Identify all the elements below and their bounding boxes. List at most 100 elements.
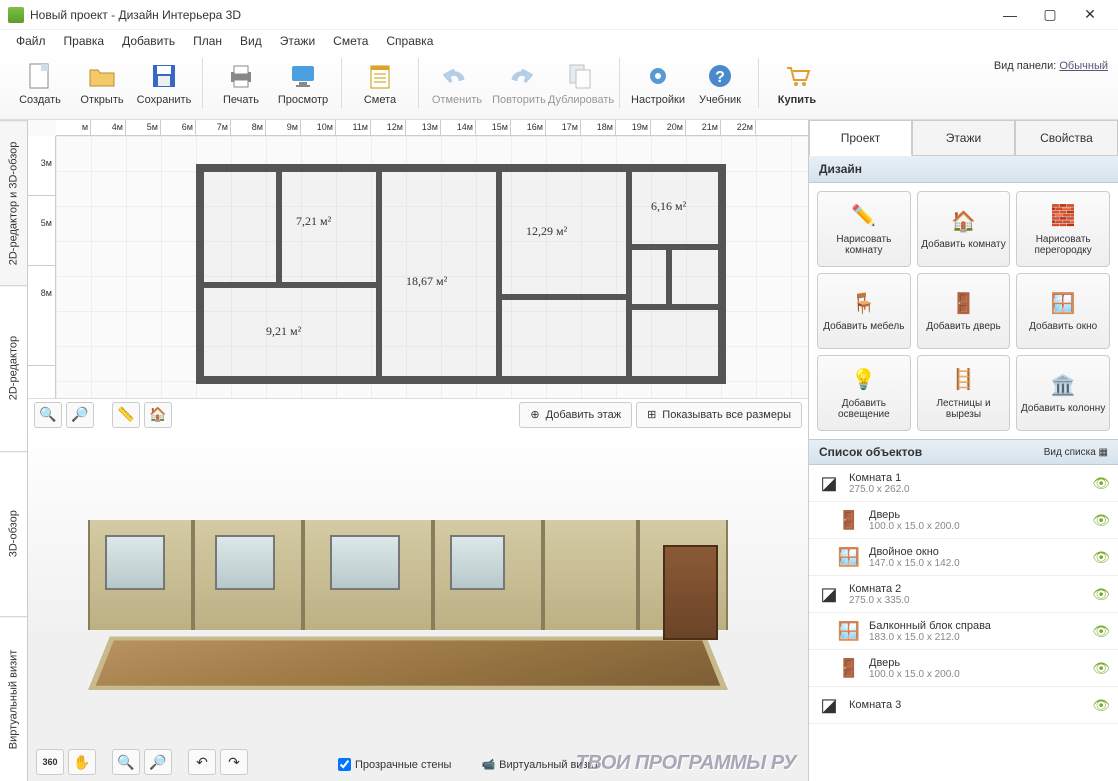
menu-help[interactable]: Справка bbox=[378, 32, 441, 50]
draw-room-button[interactable]: ✏️Нарисовать комнату bbox=[817, 191, 911, 267]
tab-floors[interactable]: Этажи bbox=[912, 120, 1015, 156]
window-title: Новый проект - Дизайн Интерьера 3D bbox=[30, 8, 990, 22]
object-item[interactable]: 🚪Дверь100.0 x 15.0 x 200.0👁 bbox=[809, 502, 1118, 539]
rotate-left-button[interactable]: ↶ bbox=[188, 749, 216, 775]
object-dimensions: 275.0 x 335.0 bbox=[849, 595, 1084, 606]
tutorial-button[interactable]: ?Учебник bbox=[690, 58, 750, 108]
view3d-checks: Прозрачные стены 📹 Виртуальный визит bbox=[338, 758, 599, 771]
open-button[interactable]: Открыть bbox=[72, 58, 132, 108]
add-floor-button[interactable]: ⊕Добавить этаж bbox=[519, 402, 632, 428]
estimate-button[interactable]: Смета bbox=[350, 58, 410, 108]
undo-button[interactable]: Отменить bbox=[427, 58, 487, 108]
object-name: Двойное окно bbox=[869, 546, 1084, 558]
print-button[interactable]: Печать bbox=[211, 58, 271, 108]
menu-floors[interactable]: Этажи bbox=[272, 32, 323, 50]
menu-file[interactable]: Файл bbox=[8, 32, 54, 50]
home-button[interactable]: 🏠 bbox=[144, 402, 172, 428]
panel-mode-label: Вид панели: Обычный bbox=[994, 58, 1108, 72]
add-furniture-button[interactable]: 🪑Добавить мебель bbox=[817, 273, 911, 349]
room-area-5: 9,21 м² bbox=[266, 324, 301, 339]
object-item[interactable]: 🪟Балконный блок справа183.0 x 15.0 x 212… bbox=[809, 613, 1118, 650]
svg-text:?: ? bbox=[715, 69, 725, 86]
buy-button[interactable]: Купить bbox=[767, 58, 827, 108]
object-name: Комната 2 bbox=[849, 583, 1084, 595]
help-icon: ? bbox=[704, 60, 736, 92]
visibility-icon[interactable]: 👁 bbox=[1092, 512, 1110, 529]
add-light-button[interactable]: 💡Добавить освещение bbox=[817, 355, 911, 431]
left-tabs: 2D-редактор и 3D-обзор 2D-редактор 3D-об… bbox=[0, 120, 28, 781]
rotate-360-button[interactable]: 360 bbox=[36, 749, 64, 775]
transparent-walls-checkbox[interactable]: Прозрачные стены bbox=[338, 758, 451, 771]
brick-wall-icon: 🧱 bbox=[1049, 202, 1077, 230]
vtab-editor[interactable]: 2D-редактор bbox=[0, 285, 27, 450]
zoom-in-button[interactable]: 🔎 bbox=[66, 402, 94, 428]
add-column-button[interactable]: 🏛️Добавить колонну bbox=[1016, 355, 1110, 431]
vtab-3d[interactable]: 3D-обзор bbox=[0, 451, 27, 616]
visibility-icon[interactable]: 👁 bbox=[1092, 697, 1110, 714]
add-room-button[interactable]: 🏠Добавить комнату bbox=[917, 191, 1011, 267]
room-area-3: 12,29 м² bbox=[526, 224, 567, 239]
duplicate-button[interactable]: Дублировать bbox=[551, 58, 611, 108]
view-3d-viewport[interactable]: 360 ✋ 🔍 🔎 ↶ ↷ Прозрачные стены 📹 Виртуал… bbox=[28, 430, 808, 781]
window-icon: 🪟 bbox=[1049, 289, 1077, 317]
minimize-button[interactable]: — bbox=[990, 1, 1030, 29]
object-item[interactable]: 🚪Дверь100.0 x 15.0 x 200.0👁 bbox=[809, 650, 1118, 687]
vtab-virtual[interactable]: Виртуальный визит bbox=[0, 616, 27, 781]
visibility-icon[interactable]: 👁 bbox=[1092, 586, 1110, 603]
app-icon bbox=[8, 7, 24, 23]
add-window-button[interactable]: 🪟Добавить окно bbox=[1016, 273, 1110, 349]
menu-add[interactable]: Добавить bbox=[114, 32, 183, 50]
ruler-vertical: 3м5м8м bbox=[28, 136, 56, 398]
visibility-icon[interactable]: 👁 bbox=[1092, 623, 1110, 640]
show-sizes-button[interactable]: ⊞Показывать все размеры bbox=[636, 402, 802, 428]
redo-button[interactable]: Повторить bbox=[489, 58, 549, 108]
tab-project[interactable]: Проект bbox=[809, 120, 912, 156]
view3d-tools: 360 ✋ 🔍 🔎 ↶ ↷ bbox=[36, 749, 248, 775]
panel-mode-link[interactable]: Обычный bbox=[1059, 60, 1108, 72]
menu-estimate[interactable]: Смета bbox=[325, 32, 376, 50]
floorplan-canvas[interactable]: 7,21 м² 18,67 м² 12,29 м² 6,16 м² 9,21 м… bbox=[56, 136, 808, 398]
virtual-visit-checkbox[interactable]: 📹 Виртуальный визит bbox=[481, 758, 598, 771]
object-item[interactable]: ◪Комната 1275.0 x 262.0👁 bbox=[809, 465, 1118, 502]
objects-section-header: Список объектов Вид списка ▦ bbox=[809, 439, 1118, 465]
visibility-icon[interactable]: 👁 bbox=[1092, 549, 1110, 566]
object-item[interactable]: ◪Комната 3👁 bbox=[809, 687, 1118, 724]
object-item[interactable]: ◪Комната 2275.0 x 335.0👁 bbox=[809, 576, 1118, 613]
close-button[interactable]: ✕ bbox=[1070, 1, 1110, 29]
room-area-2: 18,67 м² bbox=[406, 274, 447, 289]
tab-properties[interactable]: Свойства bbox=[1015, 120, 1118, 156]
door-icon: 🚪 bbox=[949, 289, 977, 317]
pan-button[interactable]: ✋ bbox=[68, 749, 96, 775]
visibility-icon[interactable]: 👁 bbox=[1092, 475, 1110, 492]
object-name: Дверь bbox=[869, 657, 1084, 669]
settings-button[interactable]: Настройки bbox=[628, 58, 688, 108]
room-icon: ◪ bbox=[817, 469, 841, 497]
menu-edit[interactable]: Правка bbox=[56, 32, 113, 50]
preview-button[interactable]: Просмотр bbox=[273, 58, 333, 108]
plus-icon: ⊕ bbox=[530, 408, 539, 421]
camera-icon: 📹 bbox=[481, 758, 495, 771]
ruler-button[interactable]: 📏 bbox=[112, 402, 140, 428]
undo-icon bbox=[441, 60, 473, 92]
menu-plan[interactable]: План bbox=[185, 32, 230, 50]
create-button[interactable]: Создать bbox=[10, 58, 70, 108]
titlebar: Новый проект - Дизайн Интерьера 3D — ▢ ✕ bbox=[0, 0, 1118, 30]
design-section-header: Дизайн bbox=[809, 156, 1118, 183]
maximize-button[interactable]: ▢ bbox=[1030, 1, 1070, 29]
stairs-icon: 🪜 bbox=[949, 366, 977, 394]
zoom-out-3d-button[interactable]: 🔍 bbox=[112, 749, 140, 775]
draw-wall-button[interactable]: 🧱Нарисовать перегородку bbox=[1016, 191, 1110, 267]
zoom-out-button[interactable]: 🔍 bbox=[34, 402, 62, 428]
object-item[interactable]: 🪟Двойное окно147.0 x 15.0 x 142.0👁 bbox=[809, 539, 1118, 576]
stairs-button[interactable]: 🪜Лестницы и вырезы bbox=[917, 355, 1011, 431]
plan-2d-viewport[interactable]: м4м5м6м7м8м9м10м11м12м13м14м15м16м17м18м… bbox=[28, 120, 808, 430]
vtab-combo[interactable]: 2D-редактор и 3D-обзор bbox=[0, 120, 27, 285]
rotate-right-button[interactable]: ↷ bbox=[220, 749, 248, 775]
list-view-icon[interactable]: ▦ bbox=[1099, 447, 1108, 458]
right-panel: Проект Этажи Свойства Дизайн ✏️Нарисоват… bbox=[808, 120, 1118, 781]
menu-view[interactable]: Вид bbox=[232, 32, 270, 50]
visibility-icon[interactable]: 👁 bbox=[1092, 660, 1110, 677]
zoom-in-3d-button[interactable]: 🔎 bbox=[144, 749, 172, 775]
save-button[interactable]: Сохранить bbox=[134, 58, 194, 108]
add-door-button[interactable]: 🚪Добавить дверь bbox=[917, 273, 1011, 349]
